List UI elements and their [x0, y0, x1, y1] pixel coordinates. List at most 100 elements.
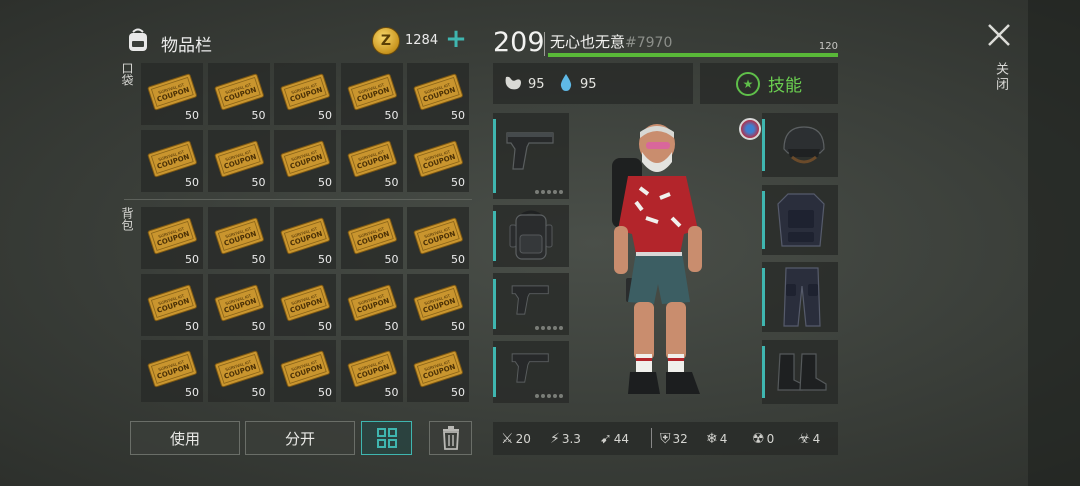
helmet-slot[interactable]: [762, 113, 838, 177]
pocket-label: 口袋: [120, 62, 134, 86]
pocket-slot[interactable]: SURVIVAL KIT COUPON 50: [340, 129, 403, 192]
coupon-icon: SURVIVAL KIT COUPON: [214, 73, 264, 111]
weapon-slot-secondary[interactable]: [493, 273, 569, 335]
item-quantity: 50: [318, 253, 332, 266]
pocket-slot[interactable]: SURVIVAL KIT COUPON 50: [207, 63, 270, 125]
backpack-slot[interactable]: SURVIVAL KIT COUPON 50: [407, 207, 469, 269]
snowflake-icon: ❄: [706, 431, 718, 447]
backpack-slot[interactable]: SURVIVAL KIT COUPON 50: [407, 273, 469, 336]
grid-icon: [376, 428, 397, 448]
backpack-icon: [129, 28, 147, 51]
coupon-icon: SURVIVAL KIT COUPON: [347, 73, 397, 111]
water-value: 95: [580, 77, 597, 92]
pocket-slot[interactable]: SURVIVAL KIT COUPON 50: [141, 63, 203, 125]
radiation-stat: ☢ 0: [752, 431, 775, 447]
pocket-slot[interactable]: SURVIVAL KIT COUPON 50: [141, 129, 203, 192]
backpack-slot[interactable]: SURVIVAL KIT COUPON 50: [274, 340, 336, 402]
move-speed-stat: ➹ 44: [600, 431, 630, 447]
pocket-slot[interactable]: SURVIVAL KIT COUPON 50: [274, 63, 336, 125]
item-quantity: 50: [185, 109, 199, 122]
toxic-stat: ☣ 4: [798, 431, 821, 447]
item-quantity: 50: [384, 175, 399, 189]
backpack-slot[interactable]: SURVIVAL KIT COUPON 50: [274, 273, 336, 336]
coin-icon: Z: [372, 27, 400, 55]
xp-value: 120: [818, 41, 838, 52]
pistol-icon: [511, 353, 549, 383]
biohazard-icon: ☣: [798, 431, 811, 447]
pocket-slot[interactable]: SURVIVAL KIT COUPON 50: [407, 129, 469, 192]
backpack-label: 背包: [120, 207, 134, 231]
pocket-slot[interactable]: SURVIVAL KIT COUPON 50: [274, 129, 336, 192]
helmet-icon: [783, 126, 825, 164]
pocket-slot[interactable]: SURVIVAL KIT COUPON 50: [340, 63, 403, 125]
armor-stat: ⛨ 32: [660, 431, 688, 447]
add-coins-button[interactable]: +: [444, 26, 468, 53]
attack-speed-stat: ⚡ 3.3: [550, 431, 581, 447]
melee-stat: ⚔ 20: [501, 431, 531, 447]
skills-button[interactable]: ★ 技能: [700, 63, 838, 104]
coupon-icon: SURVIVAL KIT COUPON: [347, 217, 397, 255]
pocket-slot[interactable]: SURVIVAL KIT COUPON 50: [207, 129, 270, 192]
backpack-slot[interactable]: SURVIVAL KIT COUPON 50: [141, 340, 203, 402]
item-quantity: 50: [185, 175, 199, 189]
item-quantity: 50: [318, 175, 332, 189]
sort-grid-button[interactable]: [361, 421, 412, 455]
item-quantity: 50: [185, 253, 199, 266]
pistol-icon: [506, 132, 554, 170]
item-quantity: 50: [318, 109, 332, 122]
backpack-slot[interactable]: SURVIVAL KIT COUPON 50: [207, 340, 270, 402]
backpack-slot[interactable]: SURVIVAL KIT COUPON 50: [407, 340, 469, 402]
coupon-icon: SURVIVAL KIT COUPON: [214, 217, 264, 255]
backpack-slot[interactable]: [493, 205, 569, 267]
body-armor-slot[interactable]: [762, 185, 838, 255]
coupon-icon: SURVIVAL KIT COUPON: [280, 217, 330, 255]
player-character: [612, 124, 702, 394]
water-drop-icon: [560, 74, 572, 91]
item-quantity: 50: [185, 386, 199, 399]
close-icon[interactable]: [986, 22, 1012, 48]
inventory-title: 物品栏: [161, 36, 212, 56]
backpack-slot[interactable]: SURVIVAL KIT COUPON 50: [340, 340, 403, 402]
coupon-icon: SURVIVAL KIT COUPON: [147, 140, 197, 177]
skills-label: 技能: [768, 76, 802, 96]
coupon-icon: SURVIVAL KIT COUPON: [347, 284, 397, 321]
backpack-slot[interactable]: SURVIVAL KIT COUPON 50: [141, 273, 203, 336]
coupon-icon: SURVIVAL KIT COUPON: [413, 350, 463, 388]
use-button[interactable]: 使用: [130, 421, 240, 455]
item-quantity: 50: [384, 386, 399, 399]
coupon-icon: SURVIVAL KIT COUPON: [147, 350, 197, 388]
backpack-slot[interactable]: SURVIVAL KIT COUPON 50: [207, 207, 270, 269]
backpack-slot[interactable]: SURVIVAL KIT COUPON 50: [274, 207, 336, 269]
pocket-slot[interactable]: SURVIVAL KIT COUPON 50: [407, 63, 469, 125]
item-quantity: 50: [451, 319, 465, 333]
backpack-slot[interactable]: SURVIVAL KIT COUPON 50: [340, 273, 403, 336]
pants-slot[interactable]: [762, 262, 838, 332]
player-name-line: 无心也无意#7970: [550, 31, 672, 52]
trash-icon: [442, 426, 459, 450]
item-quantity: 50: [251, 109, 266, 122]
coupon-icon: SURVIVAL KIT COUPON: [214, 140, 264, 177]
boots-slot[interactable]: [762, 340, 838, 404]
item-quantity: 50: [251, 175, 266, 189]
backpack-slot[interactable]: SURVIVAL KIT COUPON 50: [141, 207, 203, 269]
body-armor-icon: [777, 193, 825, 247]
weapon-slot-primary[interactable]: [493, 113, 569, 199]
food-value: 95: [528, 77, 545, 92]
run-icon: ➹: [600, 431, 612, 447]
sword-icon: ⚔: [501, 431, 514, 447]
coupon-icon: SURVIVAL KIT COUPON: [214, 350, 264, 388]
weapon-slot-tertiary[interactable]: [493, 341, 569, 403]
coupon-icon: SURVIVAL KIT COUPON: [347, 350, 397, 388]
close-label[interactable]: 关闭: [991, 62, 1010, 92]
level-separator: [544, 32, 545, 56]
split-button[interactable]: 分开: [245, 421, 355, 455]
item-quantity: 50: [384, 253, 399, 266]
backpack-slot[interactable]: SURVIVAL KIT COUPON 50: [207, 273, 270, 336]
xp-bar-fill: [548, 53, 838, 57]
delete-button[interactable]: [429, 421, 472, 455]
coupon-icon: SURVIVAL KIT COUPON: [280, 284, 330, 321]
backpack-slot[interactable]: SURVIVAL KIT COUPON 50: [340, 207, 403, 269]
coupon-icon: SURVIVAL KIT COUPON: [413, 217, 463, 255]
swing-icon: ⚡: [550, 431, 560, 447]
coupon-icon: SURVIVAL KIT COUPON: [147, 217, 197, 255]
